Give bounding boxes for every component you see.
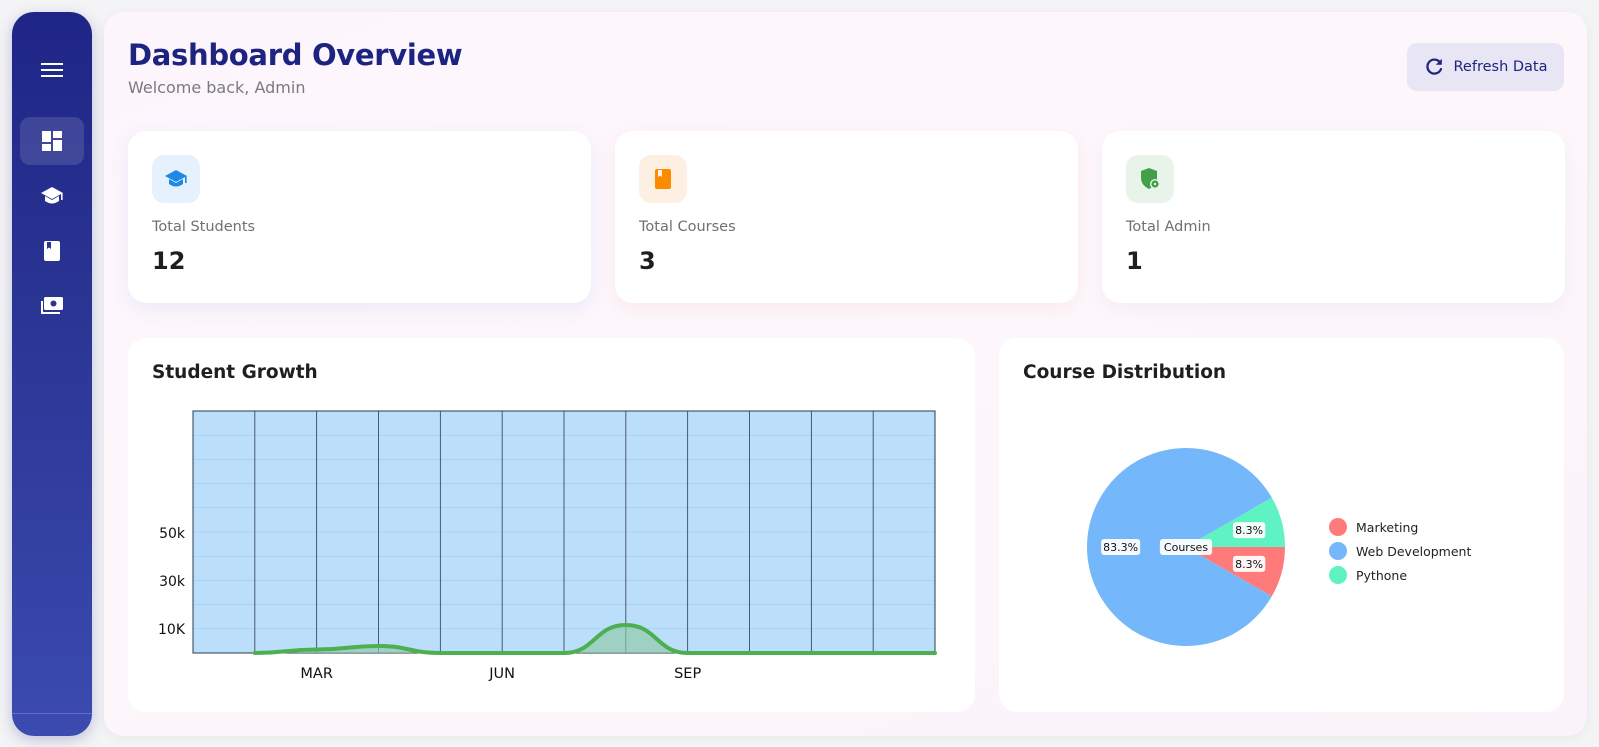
legend-item[interactable]: Marketing: [1329, 515, 1471, 539]
x-tick-label: JUN: [488, 666, 515, 682]
stat-label: Total Admin: [1126, 219, 1211, 235]
pie-data-label: Courses: [1164, 541, 1208, 554]
sidebar: [12, 12, 92, 736]
legend-label: Pythone: [1356, 567, 1408, 583]
refresh-data-label: Refresh Data: [1453, 59, 1548, 75]
sidebar-item-students[interactable]: [20, 172, 84, 220]
pie-label: 8.3%: [1232, 555, 1266, 572]
student-growth-chart: 10K 30k 50k MAR JUN SEP: [158, 410, 937, 682]
sidebar-divider: [12, 713, 92, 714]
legend-swatch: [1329, 542, 1347, 560]
y-tick-label: 30k: [159, 574, 186, 590]
pie-data-label: 8.3%: [1235, 524, 1263, 537]
x-tick-label: SEP: [674, 666, 701, 682]
graduation-cap-icon: [165, 170, 187, 187]
stat-label: Total Students: [152, 219, 256, 235]
stat-value: 1: [1126, 247, 1143, 275]
page-title: Dashboard Overview: [128, 38, 463, 72]
legend-swatch: [1329, 566, 1347, 584]
legend-item[interactable]: Pythone: [1329, 563, 1471, 587]
pie-center-label: Courses: [1159, 539, 1213, 555]
y-tick-label: 50k: [159, 526, 186, 542]
sidebar-item-dashboard[interactable]: [20, 117, 84, 165]
graduation-cap-icon: [41, 187, 63, 204]
page-subtitle: Welcome back, Admin: [128, 78, 306, 97]
refresh-data-button[interactable]: Refresh Data: [1407, 43, 1564, 91]
sidebar-item-courses[interactable]: [20, 227, 84, 275]
chart-legend: Marketing Web Development Pythone: [1329, 515, 1471, 587]
course-distribution-panel: Course Distribution 8.3% 83.3% 8.3% Courses…: [999, 338, 1564, 712]
student-growth-panel: Student Growth 10K 30k 50k MAR JUN SEP: [128, 338, 975, 712]
refresh-icon: [1425, 58, 1442, 75]
pie-label: 8.3%: [1232, 522, 1266, 539]
main-content: Dashboard Overview Welcome back, Admin R…: [104, 12, 1587, 736]
payments-icon: [41, 297, 63, 314]
legend-label: Web Development: [1356, 543, 1472, 559]
dashboard-icon: [42, 131, 62, 151]
admin-shield-icon: [1141, 168, 1160, 189]
book-icon: [44, 241, 60, 261]
y-tick-label: 10K: [158, 622, 186, 638]
stat-label: Total Courses: [639, 219, 736, 235]
legend-item[interactable]: Web Development: [1329, 539, 1471, 563]
menu-toggle-button[interactable]: [32, 50, 72, 90]
book-icon: [655, 169, 671, 189]
stat-icon-box: [1126, 155, 1174, 203]
stat-icon-box: [152, 155, 200, 203]
course-distribution-chart: 8.3% 83.3% 8.3% Courses: [1087, 448, 1285, 646]
hamburger-menu-icon: [41, 63, 63, 77]
pie-data-label: 83.3%: [1103, 541, 1138, 554]
stat-value: 12: [152, 247, 186, 275]
legend-swatch: [1329, 518, 1347, 536]
stat-card-admin: Total Admin 1: [1102, 131, 1565, 303]
stat-icon-box: [639, 155, 687, 203]
pie-label: 83.3%: [1101, 539, 1141, 555]
legend-label: Marketing: [1356, 519, 1419, 535]
stat-card-courses: Total Courses 3: [615, 131, 1078, 303]
sidebar-item-payments[interactable]: [20, 282, 84, 330]
stat-value: 3: [639, 247, 656, 275]
x-tick-label: MAR: [300, 666, 333, 682]
pie-data-label: 8.3%: [1235, 558, 1263, 571]
stat-card-students: Total Students 12: [128, 131, 591, 303]
